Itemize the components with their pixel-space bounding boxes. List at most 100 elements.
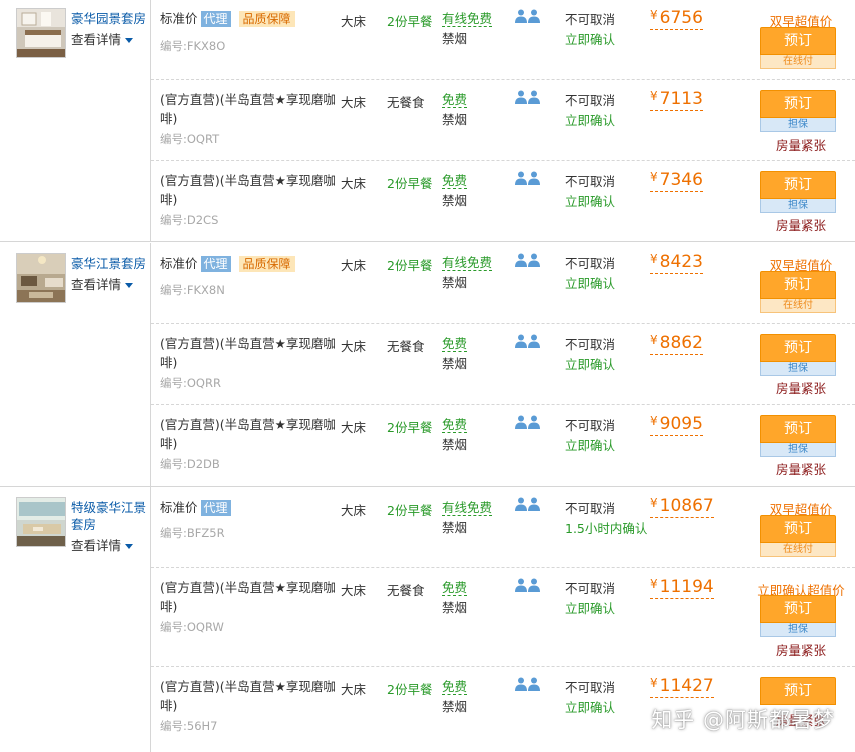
chevron-down-icon [125,544,134,549]
price-amount: 7346 [659,170,703,190]
book-button[interactable]: 预订 在线付 [760,271,836,313]
bed-type: 大床 [341,583,367,598]
price-amount: 11427 [659,676,714,696]
rate-row: (官方直营)(半岛直营★享现磨咖啡) 编号:D2CS 大床 2份早餐 免费 禁烟… [151,161,855,242]
currency-symbol: ¥ [650,333,658,347]
price[interactable]: ¥9095 [650,414,703,436]
smoking-policy: 禁烟 [442,437,468,452]
internet-status[interactable]: 免费 [442,417,468,433]
price[interactable]: ¥8423 [650,252,703,274]
internet-status[interactable]: 免费 [442,336,468,352]
low-availability-label: 房量紧张 [775,138,826,153]
room-name[interactable]: 豪华江景套房 [71,255,147,272]
cancel-text: 不可取消 [565,418,616,433]
smoking-policy: 禁烟 [442,112,468,127]
book-button-label: 预订 [760,415,836,443]
book-button[interactable]: 预订 担保 [760,90,836,132]
rate-code: 编号:BFZ5R [160,526,225,540]
cancel-text: 不可取消 [565,337,616,352]
rate-code: 编号:FKX8O [160,39,226,53]
currency-symbol: ¥ [650,89,658,103]
currency-symbol: ¥ [650,252,658,266]
rate-plan-name: (官方直营)(半岛直营★享现磨咖啡) [160,417,336,451]
pay-online-tag: 在线付 [760,299,836,313]
pay-online-tag: 在线付 [760,55,836,69]
rate-row: 标准价 代理 编号:BFZ5R 大床 2份早餐 有线免费 禁烟 不可取消 1.5小… [151,487,855,568]
internet-status[interactable]: 有线免费 [442,11,493,27]
internet-info: 有线免费 禁烟 [442,9,493,49]
price[interactable]: ¥7346 [650,170,703,192]
guests-icon [515,578,541,592]
room-name[interactable]: 豪华园景套房 [71,10,147,27]
book-button[interactable]: 预订 担保 [760,415,836,457]
bed-type: 大床 [341,14,367,29]
internet-status[interactable]: 免费 [442,679,468,695]
room-thumbnail[interactable] [16,497,66,547]
guarantee-tag: 担保 [760,118,836,132]
rate-plan-name: (官方直营)(半岛直营★享现磨咖啡) [160,173,336,207]
rate-label: 标准价 [160,256,198,271]
price[interactable]: ¥6756 [650,8,703,30]
price[interactable]: ¥7113 [650,89,703,111]
internet-status[interactable]: 免费 [442,92,468,108]
price[interactable]: ¥8862 [650,333,703,355]
rate-plan-name: (官方直营)(半岛直营★享现磨咖啡) [160,679,336,713]
bed-type: 大床 [341,176,367,191]
room-info: 豪华江景套房 查看详情 [0,243,151,486]
book-button[interactable]: 预订 在线付 [760,515,836,557]
pay-online-tag: 在线付 [760,543,836,557]
view-details-link[interactable]: 查看详情 [71,29,134,48]
price[interactable]: ¥11194 [650,577,714,599]
internet-status[interactable]: 有线免费 [442,500,493,516]
view-details-link[interactable]: 查看详情 [71,535,134,554]
guests-icon [515,171,541,185]
smoking-policy: 禁烟 [442,520,468,535]
cancel-policy: 不可取消 立即确认 [565,172,615,212]
confirm-text: 立即确认 [565,113,616,128]
price[interactable]: ¥10867 [650,496,714,518]
low-availability-label: 房量紧张 [775,381,826,396]
view-details-link[interactable]: 查看详情 [71,274,134,293]
book-button-label: 预订 [760,271,836,299]
room-thumbnail[interactable] [16,253,66,303]
low-availability-label: 房量紧张 [775,643,826,658]
internet-info: 有线免费 禁烟 [442,498,493,538]
guarantee-tag: 担保 [760,443,836,457]
internet-info: 免费 禁烟 [442,90,468,130]
internet-info: 免费 禁烟 [442,171,468,211]
rate-row: 标准价 代理 品质保障 编号:FKX8O 大床 2份早餐 有线免费 禁烟 不可取消 … [151,0,855,80]
currency-symbol: ¥ [650,496,658,510]
rate-code: 编号:56H7 [160,719,218,733]
cancel-policy: 不可取消 立即确认 [565,416,615,456]
room-name[interactable]: 特级豪华江景套房 [71,499,147,533]
quality-badge: 品质保障 [238,11,295,27]
guests-icon [515,497,541,511]
currency-symbol: ¥ [650,577,658,591]
low-availability-label: 房量紧张 [775,218,826,233]
book-button[interactable]: 预订 担保 [760,334,836,376]
internet-status[interactable]: 有线免费 [442,255,493,271]
internet-info: 免费 禁烟 [442,677,468,717]
room-thumbnail[interactable] [16,8,66,58]
book-button[interactable]: 预订 担保 [760,171,836,213]
book-button[interactable]: 预订 担保 [760,595,836,637]
rate-plan-name: (官方直营)(半岛直营★享现磨咖啡) [160,92,336,126]
currency-symbol: ¥ [650,414,658,428]
cancel-policy: 不可取消 立即确认 [565,678,615,718]
internet-info: 免费 禁烟 [442,578,468,618]
cancel-text: 不可取消 [565,174,616,189]
guests-icon [515,253,541,267]
price[interactable]: ¥11427 [650,676,714,698]
book-button-label: 预订 [760,27,836,55]
rate-code: 编号:FKX8N [160,283,225,297]
book-button-label: 预订 [760,171,836,199]
guests-icon [515,90,541,104]
cancel-text: 不可取消 [565,680,616,695]
book-button[interactable]: 预订 [760,677,836,705]
confirm-text: 1.5小时内确认 [565,521,648,536]
internet-status[interactable]: 免费 [442,173,468,189]
rate-label: 标准价 [160,11,198,26]
chevron-down-icon [125,38,134,43]
internet-status[interactable]: 免费 [442,580,468,596]
book-button[interactable]: 预订 在线付 [760,27,836,69]
